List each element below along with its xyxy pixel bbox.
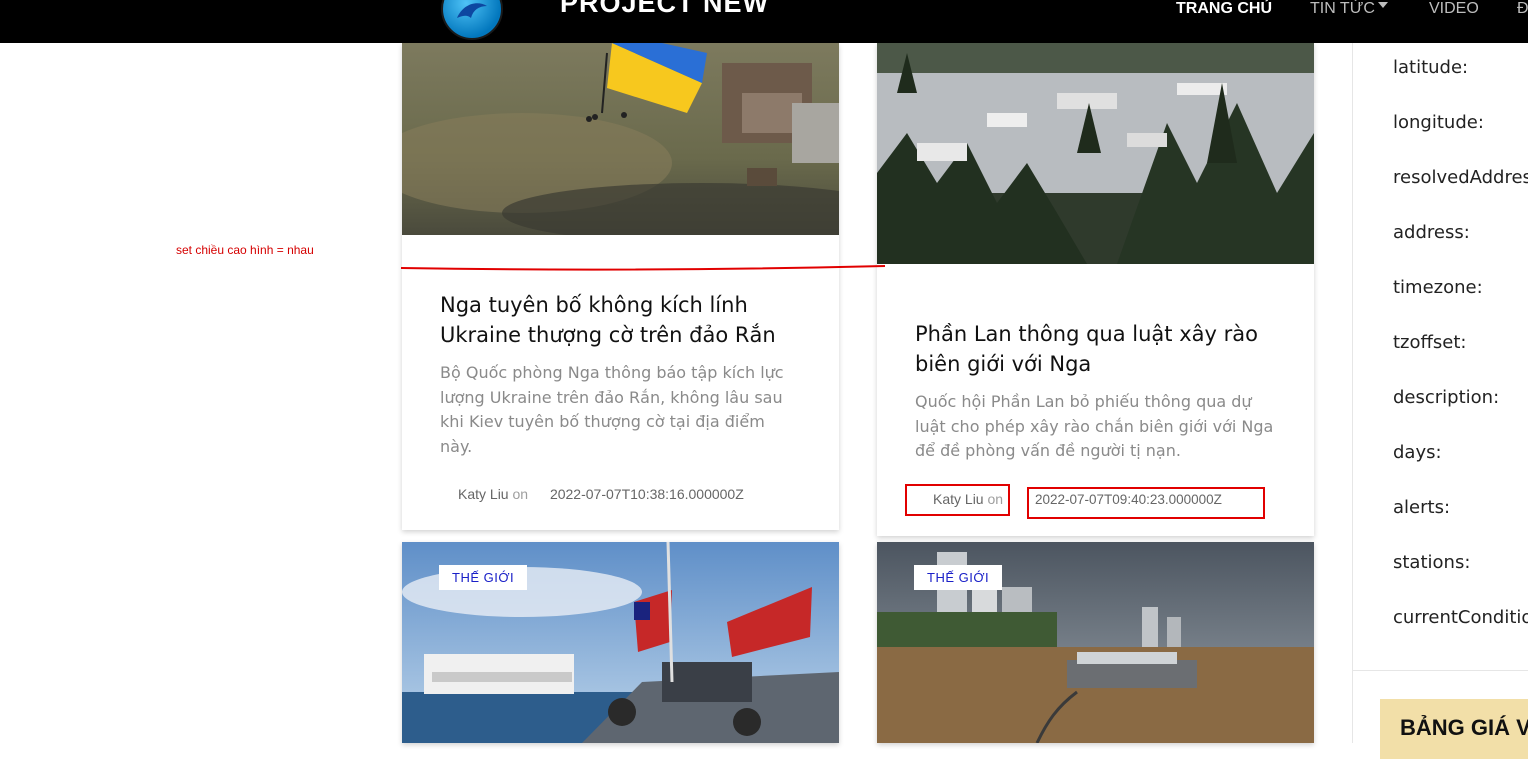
field-tzoffset: tzoffset: [1393,332,1467,353]
card-meta-on: on [512,486,529,502]
field-alerts: alerts: [1393,497,1451,518]
top-navbar: PROJECT NEW TRANG CHỦ TIN TỨC VIDEO Đ [0,0,1528,43]
card-author[interactable]: Katy Liu [458,486,509,502]
category-tag[interactable]: THẾ GIỚI [914,565,1003,590]
field-resolved-address: resolvedAddress: [1393,167,1528,188]
field-address: address: [1393,222,1470,243]
field-timezone: timezone: [1393,277,1483,298]
card-excerpt: Quốc hội Phần Lan bỏ phiếu thông qua dự … [915,392,1274,460]
field-longitude: longitude: [1393,112,1484,133]
card-title[interactable]: Nga tuyên bố không kích lính Ukraine thư… [440,290,800,350]
card-title[interactable]: Phần Lan thông qua luật xây rào biên giớ… [915,319,1275,379]
card-date: 2022-07-07T10:38:16.000000Z [549,486,744,502]
news-card[interactable]: Nga tuyên bố không kích lính Ukraine thư… [402,43,839,530]
gold-price-box[interactable]: BẢNG GIÁ VÀNG [1380,699,1528,759]
chevron-down-icon [1377,1,1388,8]
field-days: days: [1393,442,1442,463]
annotation-box-author [905,484,1010,516]
news-card[interactable]: THẾ GIỚI [877,542,1314,743]
site-brand[interactable]: PROJECT NEW [560,0,769,19]
field-current-conditions: currentConditions: [1393,607,1528,628]
field-description: description: [1393,387,1500,408]
card-meta: Katy Liu on 2022-07-07T10:38:16.000000Z [458,486,744,502]
card-excerpt: Bộ Quốc phòng Nga thông báo tập kích lực… [440,363,784,456]
news-card[interactable]: Phần Lan thông qua luật xây rào biên giớ… [877,43,1314,536]
category-tag[interactable]: THẾ GIỚI [439,565,528,590]
field-stations: stations: [1393,552,1471,573]
weather-panel: latitude: longitude: resolvedAddress: ad… [1352,43,1528,759]
card-image[interactable] [402,43,839,235]
card-image[interactable] [877,43,1314,264]
panel-divider [1353,670,1528,671]
gold-price-title: BẢNG GIÁ VÀNG [1400,715,1528,740]
nav-more[interactable]: Đ [1517,0,1528,18]
dolphin-icon [457,3,487,18]
news-card[interactable]: THẾ GIỚI [402,542,839,743]
nav-home[interactable]: TRANG CHỦ [1176,0,1272,18]
nav-news-label: TIN TỨC [1310,0,1375,17]
nav-news[interactable]: TIN TỨC [1310,0,1388,18]
nav-video[interactable]: VIDEO [1429,0,1479,18]
annotation-note: set chiều cao hình = nhau [176,243,314,257]
field-latitude: latitude: [1393,57,1469,78]
annotation-box-date [1027,487,1265,519]
site-logo[interactable] [441,0,503,40]
